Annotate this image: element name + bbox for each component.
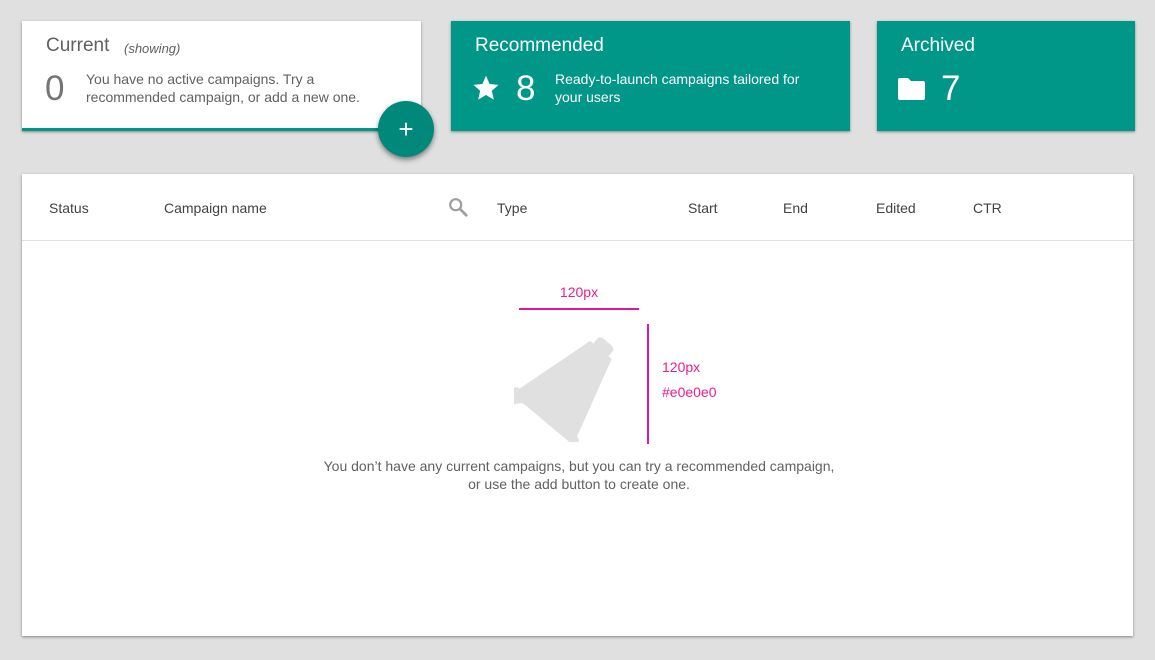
empty-state-message: You don’t have any current campaigns, bu… (323, 458, 835, 492)
current-card-description: You have no active campaigns. Try a reco… (86, 71, 360, 105)
add-campaign-button[interactable]: + (378, 101, 434, 157)
current-card-subtitle: (showing) (124, 41, 181, 56)
column-header-start[interactable]: Start (688, 200, 718, 216)
table-header: Status Campaign name Type Start End Edit… (22, 174, 1133, 241)
campaigns-table: Status Campaign name Type Start End Edit… (22, 174, 1133, 636)
color-annotation-label: #e0e0e0 (662, 384, 717, 400)
search-icon[interactable] (447, 196, 469, 218)
column-header-campaign-name[interactable]: Campaign name (164, 200, 267, 216)
column-header-ctr[interactable]: CTR (973, 200, 1002, 216)
recommended-card-description: Ready-to-launch campaigns tailored for y… (555, 71, 800, 105)
column-header-edited[interactable]: Edited (876, 200, 916, 216)
archived-count: 7 (941, 69, 961, 108)
height-annotation-label: 120px (662, 359, 701, 375)
recommended-card-title: Recommended (475, 35, 604, 56)
column-header-status[interactable]: Status (49, 200, 89, 216)
archived-card-title: Archived (901, 35, 975, 56)
archived-campaigns-card[interactable]: Archived 7 (877, 21, 1135, 131)
recommended-count: 8 (516, 69, 536, 108)
megaphone-icon (514, 337, 614, 442)
column-header-end[interactable]: End (783, 200, 808, 216)
height-annotation-line (647, 324, 649, 444)
star-icon (473, 75, 499, 100)
width-annotation-label: 120px (559, 284, 599, 300)
current-card-title: Current (46, 35, 110, 56)
width-annotation-line (519, 308, 639, 310)
current-count: 0 (45, 69, 65, 108)
current-campaigns-card[interactable]: Current (showing) 0 You have no active c… (22, 21, 421, 131)
folder-icon (898, 78, 925, 100)
column-header-type[interactable]: Type (497, 200, 527, 216)
recommended-campaigns-card[interactable]: Recommended 8 Ready-to-launch campaigns … (451, 21, 850, 131)
